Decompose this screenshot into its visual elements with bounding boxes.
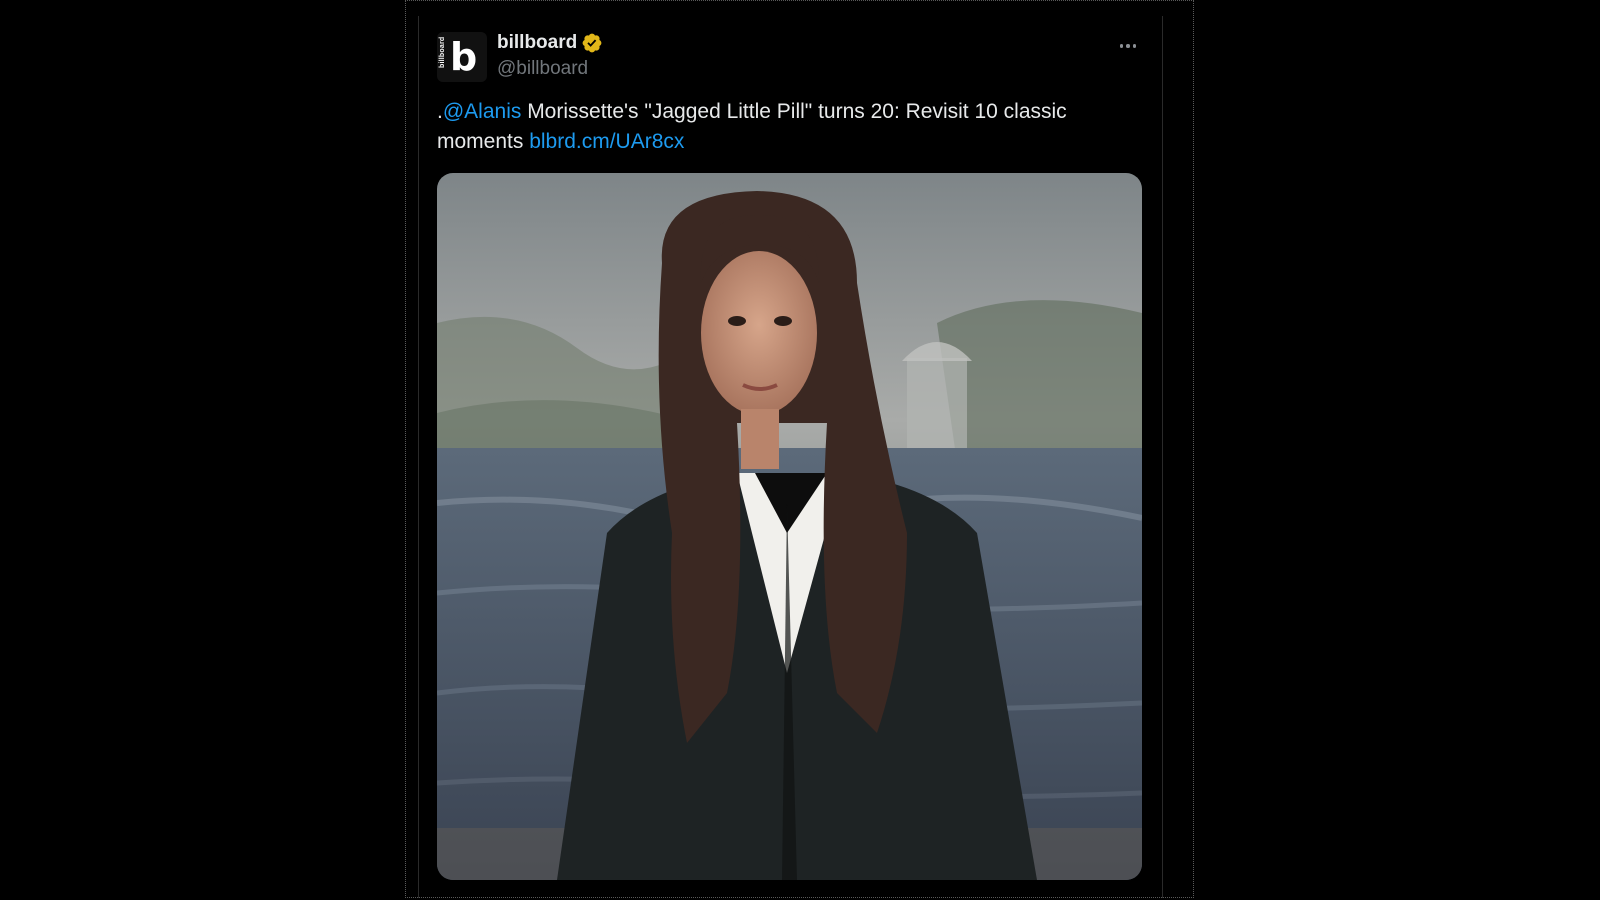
author-handle[interactable]: @billboard: [497, 58, 588, 80]
avatar-letter: b: [450, 35, 478, 79]
tweet-card[interactable]: billboard b billboard @billboard .@Alani…: [437, 30, 1142, 880]
author-name[interactable]: billboard: [497, 32, 577, 54]
column-divider-right: [1162, 16, 1163, 898]
tweet-header: billboard b billboard @billboard: [437, 30, 1142, 82]
column-divider-left: [418, 16, 419, 898]
mention-link[interactable]: @Alanis: [443, 100, 522, 123]
tweet-text: .@Alanis Morissette's "Jagged Little Pil…: [437, 97, 1142, 157]
author-name-row: billboard: [497, 32, 603, 54]
avatar-wordmark: billboard: [439, 36, 446, 68]
tweet-media-photo[interactable]: [437, 173, 1142, 880]
photo-illustration: [437, 173, 1142, 880]
url-link[interactable]: blbrd.cm/UAr8cx: [529, 130, 684, 153]
more-horizontal-icon[interactable]: [1116, 34, 1140, 58]
author-avatar[interactable]: billboard b: [437, 32, 487, 82]
verified-badge-icon: [581, 32, 603, 54]
